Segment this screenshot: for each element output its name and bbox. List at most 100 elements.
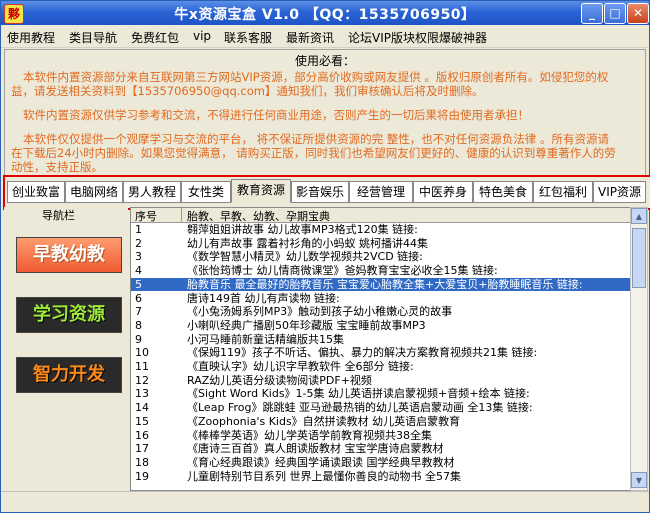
nav-panel: 导航栏 早教幼教 学习资源 智力开发	[4, 207, 128, 489]
column-header-title[interactable]: 胎教、早教、幼教、孕期宝典	[187, 208, 330, 224]
tab-redpacket[interactable]: 红包福利	[533, 181, 593, 203]
close-button[interactable]: ✕	[627, 3, 649, 24]
vertical-scrollbar[interactable]: ▲ ▼	[630, 207, 648, 491]
row-title: 幼儿有声故事 露着衬衫角的小蚂蚁 姚柯播讲44集	[187, 236, 428, 250]
notice-line: 在下载后24小时内删除。如果您觉得满意， 请购买正版，同时我们也希望网友们更好的…	[11, 146, 616, 160]
notice-panel: 使用必看： 本软件内置资源部分来自互联网第三方网站VIP资源，部分高价收购或网友…	[4, 49, 646, 179]
row-number: 6	[135, 291, 142, 305]
nav-panel-label: 导航栏	[42, 209, 75, 222]
tab-food[interactable]: 特色美食	[473, 181, 533, 203]
table-row[interactable]: 6 唐诗149首 幼儿有声读物 链接:	[131, 292, 630, 305]
table-row[interactable]: 13 《Sight Word Kids》1-5集 幼儿英语拼读启蒙视频+音频+绘本…	[131, 387, 630, 400]
tab-health[interactable]: 中医养身	[413, 181, 473, 203]
menu-contact-support[interactable]: 联系客服	[224, 29, 272, 46]
tab-entertainment[interactable]: 影音娱乐	[291, 181, 349, 203]
scroll-down-icon[interactable]: ▼	[631, 472, 647, 488]
menu-free-redpacket[interactable]: 免费红包	[131, 29, 179, 46]
column-divider[interactable]	[181, 208, 182, 222]
row-number: 3	[135, 250, 142, 264]
tab-women[interactable]: 女性类	[181, 181, 231, 203]
row-number: 13	[135, 387, 149, 401]
row-title: 《Sight Word Kids》1-5集 幼儿英语拼读启蒙视频+音频+绘本 链…	[187, 387, 530, 401]
nav-learning-resources-button[interactable]: 学习资源	[16, 297, 122, 333]
column-header-number[interactable]: 序号	[135, 208, 157, 224]
table-row[interactable]: 19 儿童剧特别节目系列 世界上最懂你善良的动物书 全57集	[131, 470, 630, 483]
window-title: 牛x资源宝盒 V1.0 【QQ：1535706950】	[174, 7, 476, 23]
row-number: 2	[135, 236, 142, 250]
table-row[interactable]: 16 《棒棒学英语》幼儿学英语学前教育视频共38全集	[131, 429, 630, 442]
table-row[interactable]: 11 《直映认字》幼儿识字早教软件 全6部分 链接:	[131, 360, 630, 373]
tab-computer-network[interactable]: 电脑网络	[65, 181, 123, 203]
table-row[interactable]: 9 小河马睡前新童话精编版共15集	[131, 333, 630, 346]
list-header: 序号 胎教、早教、幼教、孕期宝典	[131, 208, 630, 223]
app-window: 夥 牛x资源宝盒 V1.0 【QQ：1535706950】 _ □ ✕ 使用教程…	[0, 0, 650, 513]
row-number: 19	[135, 469, 149, 483]
menu-bar: 使用教程 类目导航 免费红包 vip 联系客服 最新资讯 论坛VIP版块权限爆破…	[1, 25, 649, 48]
row-number: 9	[135, 332, 142, 346]
row-title: 小河马睡前新童话精编版共15集	[187, 332, 344, 346]
row-title: 唐诗149首 幼儿有声读物 链接:	[187, 291, 340, 305]
tab-management[interactable]: 经营管理	[349, 181, 413, 203]
row-number: 4	[135, 264, 142, 278]
status-bar	[1, 491, 649, 512]
table-row[interactable]: 14 《Leap Frog》跳跳蛙 亚马逊最热销的幼儿英语启蒙动画 全13集 链接…	[131, 401, 630, 414]
row-title: 儿童剧特别节目系列 世界上最懂你善良的动物书 全57集	[187, 469, 461, 483]
row-title: 《育心经典跟读》经典国学诵读跟读 国学经典早教教材	[187, 455, 455, 469]
row-number: 10	[135, 346, 149, 360]
scroll-thumb[interactable]	[632, 228, 646, 288]
minimize-button[interactable]: _	[581, 3, 603, 24]
menu-vip[interactable]: vip	[193, 29, 211, 43]
tab-vip[interactable]: VIP资源	[593, 181, 646, 203]
row-title: 翱萍姐姐讲故事 幼儿故事MP3格式120集 链接:	[187, 223, 418, 236]
title-bar[interactable]: 夥 牛x资源宝盒 V1.0 【QQ：1535706950】 _ □ ✕	[1, 1, 649, 25]
table-row[interactable]: 12 RAZ幼儿英语分级读物阅读PDF+视频	[131, 374, 630, 387]
category-tabs: 创业致富 电脑网络 男人教程 女性类 教育资源 影音娱乐 经营管理 中医养身 特…	[3, 175, 650, 210]
maximize-button[interactable]: □	[604, 3, 626, 24]
table-row[interactable]: 18 《育心经典跟读》经典国学诵读跟读 国学经典早教教材	[131, 456, 630, 469]
table-row[interactable]: 17 《唐诗三百首》真人朗读版教材 宝宝学唐诗启蒙教材	[131, 442, 630, 455]
row-number: 11	[135, 360, 149, 373]
row-title: RAZ幼儿英语分级读物阅读PDF+视频	[187, 373, 372, 387]
nav-early-education-button[interactable]: 早教幼教	[16, 237, 122, 273]
table-row[interactable]: 3 《数学智慧小精灵》幼儿数学视频共2VCD 链接:	[131, 250, 630, 263]
tab-startup[interactable]: 创业致富	[7, 181, 65, 203]
table-row[interactable]: 7 《小兔汤姆系列MP3》触动到孩子幼小稚嫩心灵的故事	[131, 305, 630, 318]
table-row[interactable]: 15 《Zoophonia's Kids》自然拼读教材 幼儿英语启蒙教育	[131, 415, 630, 428]
row-title: 小喇叭经典广播剧50年珍藏版 宝宝睡前故事MP3	[187, 318, 426, 332]
resource-list[interactable]: 序号 胎教、早教、幼教、孕期宝典 1 翱萍姐姐讲故事 幼儿故事MP3格式120集 …	[130, 207, 631, 491]
notice-line: 动性，支持正版。	[11, 160, 103, 174]
row-title: 《唐诗三百首》真人朗读版教材 宝宝学唐诗启蒙教材	[187, 442, 444, 456]
nav-intelligence-button[interactable]: 智力开发	[16, 357, 122, 393]
row-title: 《小兔汤姆系列MP3》触动到孩子幼小稚嫩心灵的故事	[187, 305, 453, 319]
tab-education[interactable]: 教育资源	[231, 179, 291, 203]
table-row[interactable]: 10 《保姆119》孩子不听话、偏执、暴力的解决方案教育视频共21集 链接:	[131, 346, 630, 359]
table-row[interactable]: 1 翱萍姐姐讲故事 幼儿故事MP3格式120集 链接:	[131, 223, 630, 236]
table-row[interactable]: 5 胎教音乐 最全最好的胎教音乐 宝宝爱心胎教全集+大爱宝贝+胎教睡眠音乐 链接:	[131, 277, 630, 291]
row-title: 《保姆119》孩子不听话、偏执、暴力的解决方案教育视频共21集 链接:	[187, 346, 538, 360]
scroll-up-icon[interactable]: ▲	[631, 208, 647, 224]
notice-line: 益，请发送相关资料到【1535706950@qq.com】通知我们，我们审核确认…	[11, 84, 484, 98]
row-number: 17	[135, 442, 149, 456]
table-row[interactable]: 8 小喇叭经典广播剧50年珍藏版 宝宝睡前故事MP3	[131, 319, 630, 332]
row-title: 《棒棒学英语》幼儿学英语学前教育视频共38全集	[187, 428, 432, 442]
row-number: 1	[135, 223, 142, 236]
menu-latest-news[interactable]: 最新资讯	[286, 29, 334, 46]
menu-category-nav[interactable]: 类目导航	[69, 29, 117, 46]
tab-men[interactable]: 男人教程	[123, 181, 181, 203]
notice-line: 软件内置资源仅供学习参考和交流，不得进行任何商业用途，否则产生的一切后果将由使用…	[23, 108, 529, 122]
row-title: 《数学智慧小精灵》幼儿数学视频共2VCD 链接:	[187, 250, 423, 264]
row-number: 7	[135, 305, 142, 319]
row-number: 5	[135, 277, 142, 291]
menu-tutorial[interactable]: 使用教程	[7, 29, 55, 46]
row-title: 《直映认字》幼儿识字早教软件 全6部分 链接:	[187, 360, 414, 373]
notice-line: 本软件仅仅提供一个观摩学习与交流的平台， 将不保证所提供资源的完 整性，也不对任…	[23, 132, 609, 146]
row-number: 14	[135, 401, 149, 415]
menu-forum-vip-tool[interactable]: 论坛VIP版块权限爆破神器	[348, 29, 487, 46]
table-row[interactable]: 4 《张怡筠博士 幼儿情商微课堂》爸妈教育宝宝必收全15集 链接:	[131, 264, 630, 277]
row-title: 胎教音乐 最全最好的胎教音乐 宝宝爱心胎教全集+大爱宝贝+胎教睡眠音乐 链接:	[187, 277, 583, 291]
row-number: 8	[135, 318, 142, 332]
notice-line: 本软件内置资源部分来自互联网第三方网站VIP资源，部分高价收购或网友提供 。版权…	[23, 70, 609, 84]
table-row[interactable]: 2 幼儿有声故事 露着衬衫角的小蚂蚁 姚柯播讲44集	[131, 237, 630, 250]
row-title: 《Zoophonia's Kids》自然拼读教材 幼儿英语启蒙教育	[187, 414, 461, 428]
row-number: 12	[135, 373, 149, 387]
